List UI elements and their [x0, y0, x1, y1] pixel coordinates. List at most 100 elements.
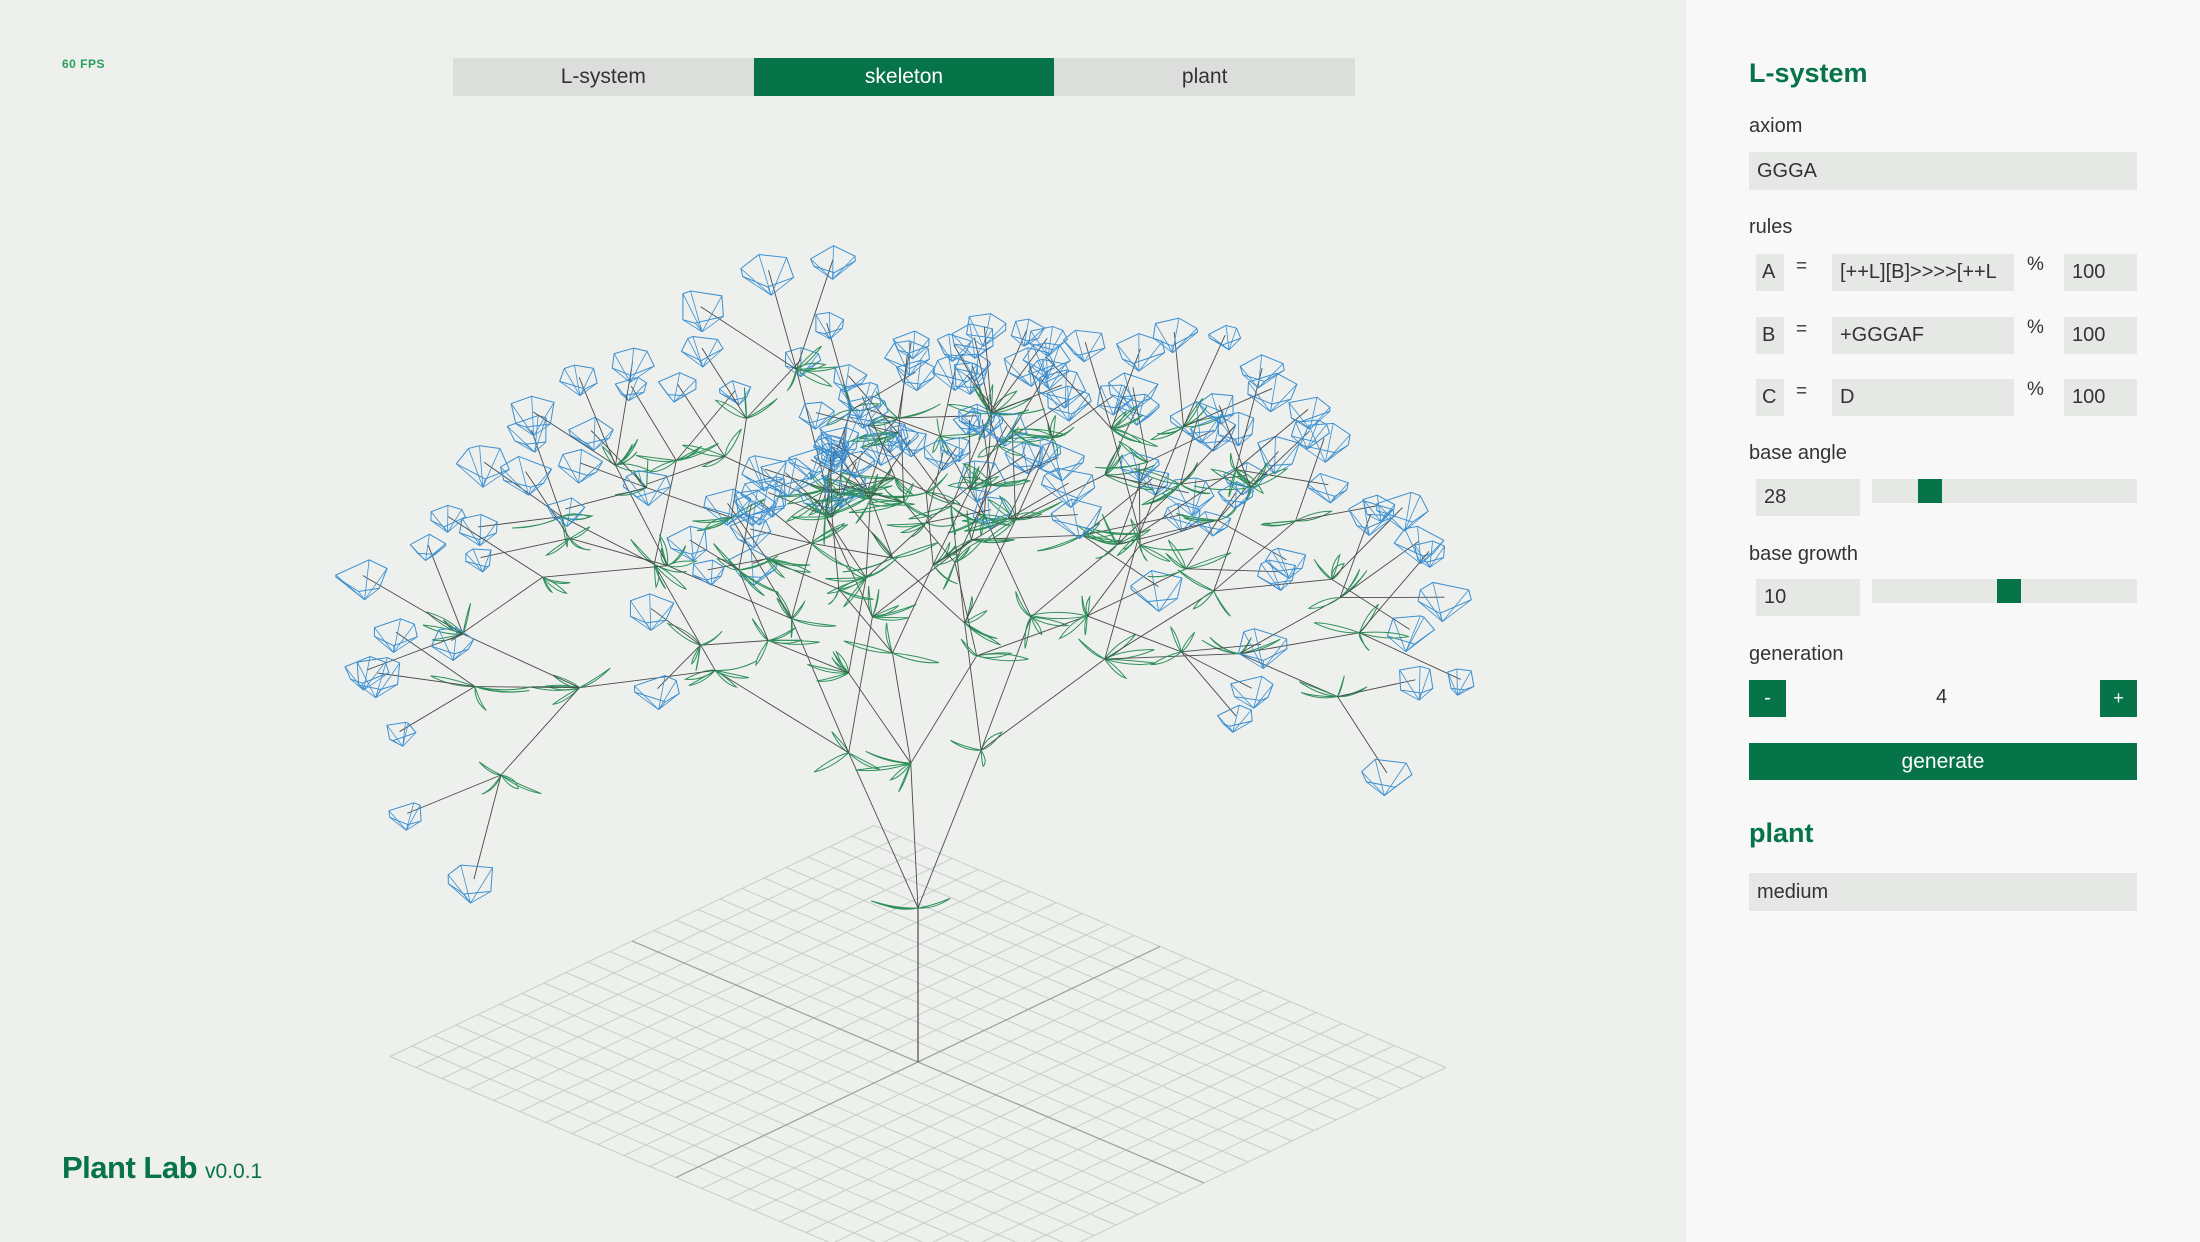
branch: [917, 749, 982, 909]
leaf: [813, 752, 850, 773]
leaf: [714, 399, 747, 419]
branch: [500, 687, 580, 776]
rule-a-input[interactable]: [++L][B]>>>>[++L: [1832, 254, 2014, 291]
leaf: [500, 774, 542, 795]
leaf: [990, 390, 1018, 414]
plant-size-select[interactable]: medium: [1749, 873, 2137, 911]
flower-petal-edge: [983, 323, 1007, 347]
branch: [892, 653, 912, 764]
flower-petal-edge: [1348, 508, 1370, 536]
branch: [1331, 578, 1410, 630]
flower-petal-edge: [670, 547, 694, 562]
flower-petal-edge: [630, 615, 652, 631]
base-growth-slider[interactable]: [1872, 579, 2137, 603]
tab-l-system[interactable]: L-system: [453, 58, 754, 96]
rule-c-input[interactable]: D: [1832, 379, 2014, 416]
generate-button[interactable]: generate: [1749, 743, 2137, 780]
flower-petal-edge: [531, 396, 535, 436]
flower-petal-edge: [374, 627, 394, 653]
3d-viewport[interactable]: 60 FPS L-system skeleton plant Plant Lab…: [0, 0, 1686, 1242]
leaf: [892, 652, 940, 664]
flower: [1116, 333, 1166, 364]
plant-scene[interactable]: [0, 0, 1686, 1242]
axiom-input[interactable]: GGGA: [1749, 152, 2137, 190]
leaf: [1012, 428, 1066, 437]
branch: [848, 616, 873, 753]
flower-petal-edge: [1274, 436, 1276, 474]
flower: [1361, 758, 1413, 788]
flower-petal-edge: [829, 312, 831, 340]
base-growth-input[interactable]: 10: [1756, 579, 1860, 616]
rule-b-input[interactable]: +GGGAF: [1832, 317, 2014, 354]
branch: [667, 565, 792, 620]
base-angle-slider[interactable]: [1872, 479, 2137, 503]
flower: [506, 414, 547, 445]
branch: [590, 430, 647, 488]
rule-b-percent-input[interactable]: 100: [2064, 317, 2137, 354]
leaf: [936, 418, 942, 437]
leaf: [755, 640, 769, 667]
base-growth-slider-thumb[interactable]: [1997, 579, 2021, 603]
flower-petal-edge: [452, 648, 469, 661]
branch: [542, 565, 668, 578]
flower: [1028, 325, 1069, 351]
base-angle-label: base angle: [1749, 442, 1847, 464]
flower-petal-edge: [447, 516, 466, 533]
flower-petal-edge: [1257, 575, 1281, 591]
leaf: [932, 564, 958, 585]
rule-c-percent-input[interactable]: 100: [2064, 379, 2137, 416]
generation-increment-button[interactable]: +: [2100, 680, 2137, 717]
leaf: [1104, 633, 1137, 660]
plant-heading: plant: [1749, 818, 1814, 848]
flower-petal-edge: [579, 368, 594, 396]
branch: [1217, 451, 1279, 521]
flower-petal-edge: [740, 268, 772, 296]
tab-skeleton[interactable]: skeleton: [753, 58, 1055, 96]
rule-b-percent-sign: %: [2027, 317, 2044, 338]
branch: [766, 558, 840, 590]
flower-petal-edge: [1260, 563, 1281, 591]
leaf: [1358, 603, 1379, 634]
flower-petal-edge: [1167, 507, 1183, 532]
tab-plant[interactable]: plant: [1054, 58, 1356, 96]
flower-petal-edge: [389, 739, 403, 747]
app-name: Plant Lab: [62, 1150, 198, 1185]
leaf: [1180, 631, 1196, 653]
rule-b-symbol[interactable]: B: [1756, 317, 1784, 354]
branch: [980, 658, 1106, 751]
branch: [1239, 653, 1338, 697]
leaf: [1359, 631, 1409, 639]
leaf: [1139, 544, 1194, 551]
branch: [1337, 696, 1388, 774]
base-angle-input[interactable]: 28: [1756, 479, 1860, 516]
leaf: [1337, 675, 1345, 697]
leaf: [478, 761, 502, 776]
branch: [407, 774, 502, 814]
flower-petal-edge: [810, 258, 833, 280]
rule-a-percent-input[interactable]: 100: [2064, 254, 2137, 291]
flower-petal-edge: [912, 331, 916, 359]
flower-petal-edge: [613, 353, 631, 383]
flower: [682, 290, 724, 324]
flower-petal-edge: [405, 804, 421, 831]
leaf: [1149, 651, 1182, 666]
branch: [752, 542, 812, 564]
flower-petal-edge: [402, 722, 406, 747]
flower: [1237, 628, 1288, 661]
flower-petal-edge: [1432, 582, 1443, 622]
leaf: [1300, 692, 1338, 699]
flower-petal-edge: [1155, 473, 1169, 496]
flower: [1399, 665, 1434, 694]
leaf: [1077, 638, 1106, 660]
branch: [954, 562, 978, 656]
flower-petal-edge: [1038, 391, 1066, 409]
generation-decrement-button[interactable]: -: [1749, 680, 1786, 717]
rules-label: rules: [1749, 216, 1793, 238]
rule-c-percent-sign: %: [2027, 379, 2044, 400]
branch: [976, 615, 1088, 657]
flower-petal-edge: [344, 666, 364, 691]
rule-c-symbol[interactable]: C: [1756, 379, 1784, 416]
flower-petal-edge: [649, 593, 652, 631]
rule-a-symbol[interactable]: A: [1756, 254, 1784, 291]
base-angle-slider-thumb[interactable]: [1918, 479, 1942, 503]
